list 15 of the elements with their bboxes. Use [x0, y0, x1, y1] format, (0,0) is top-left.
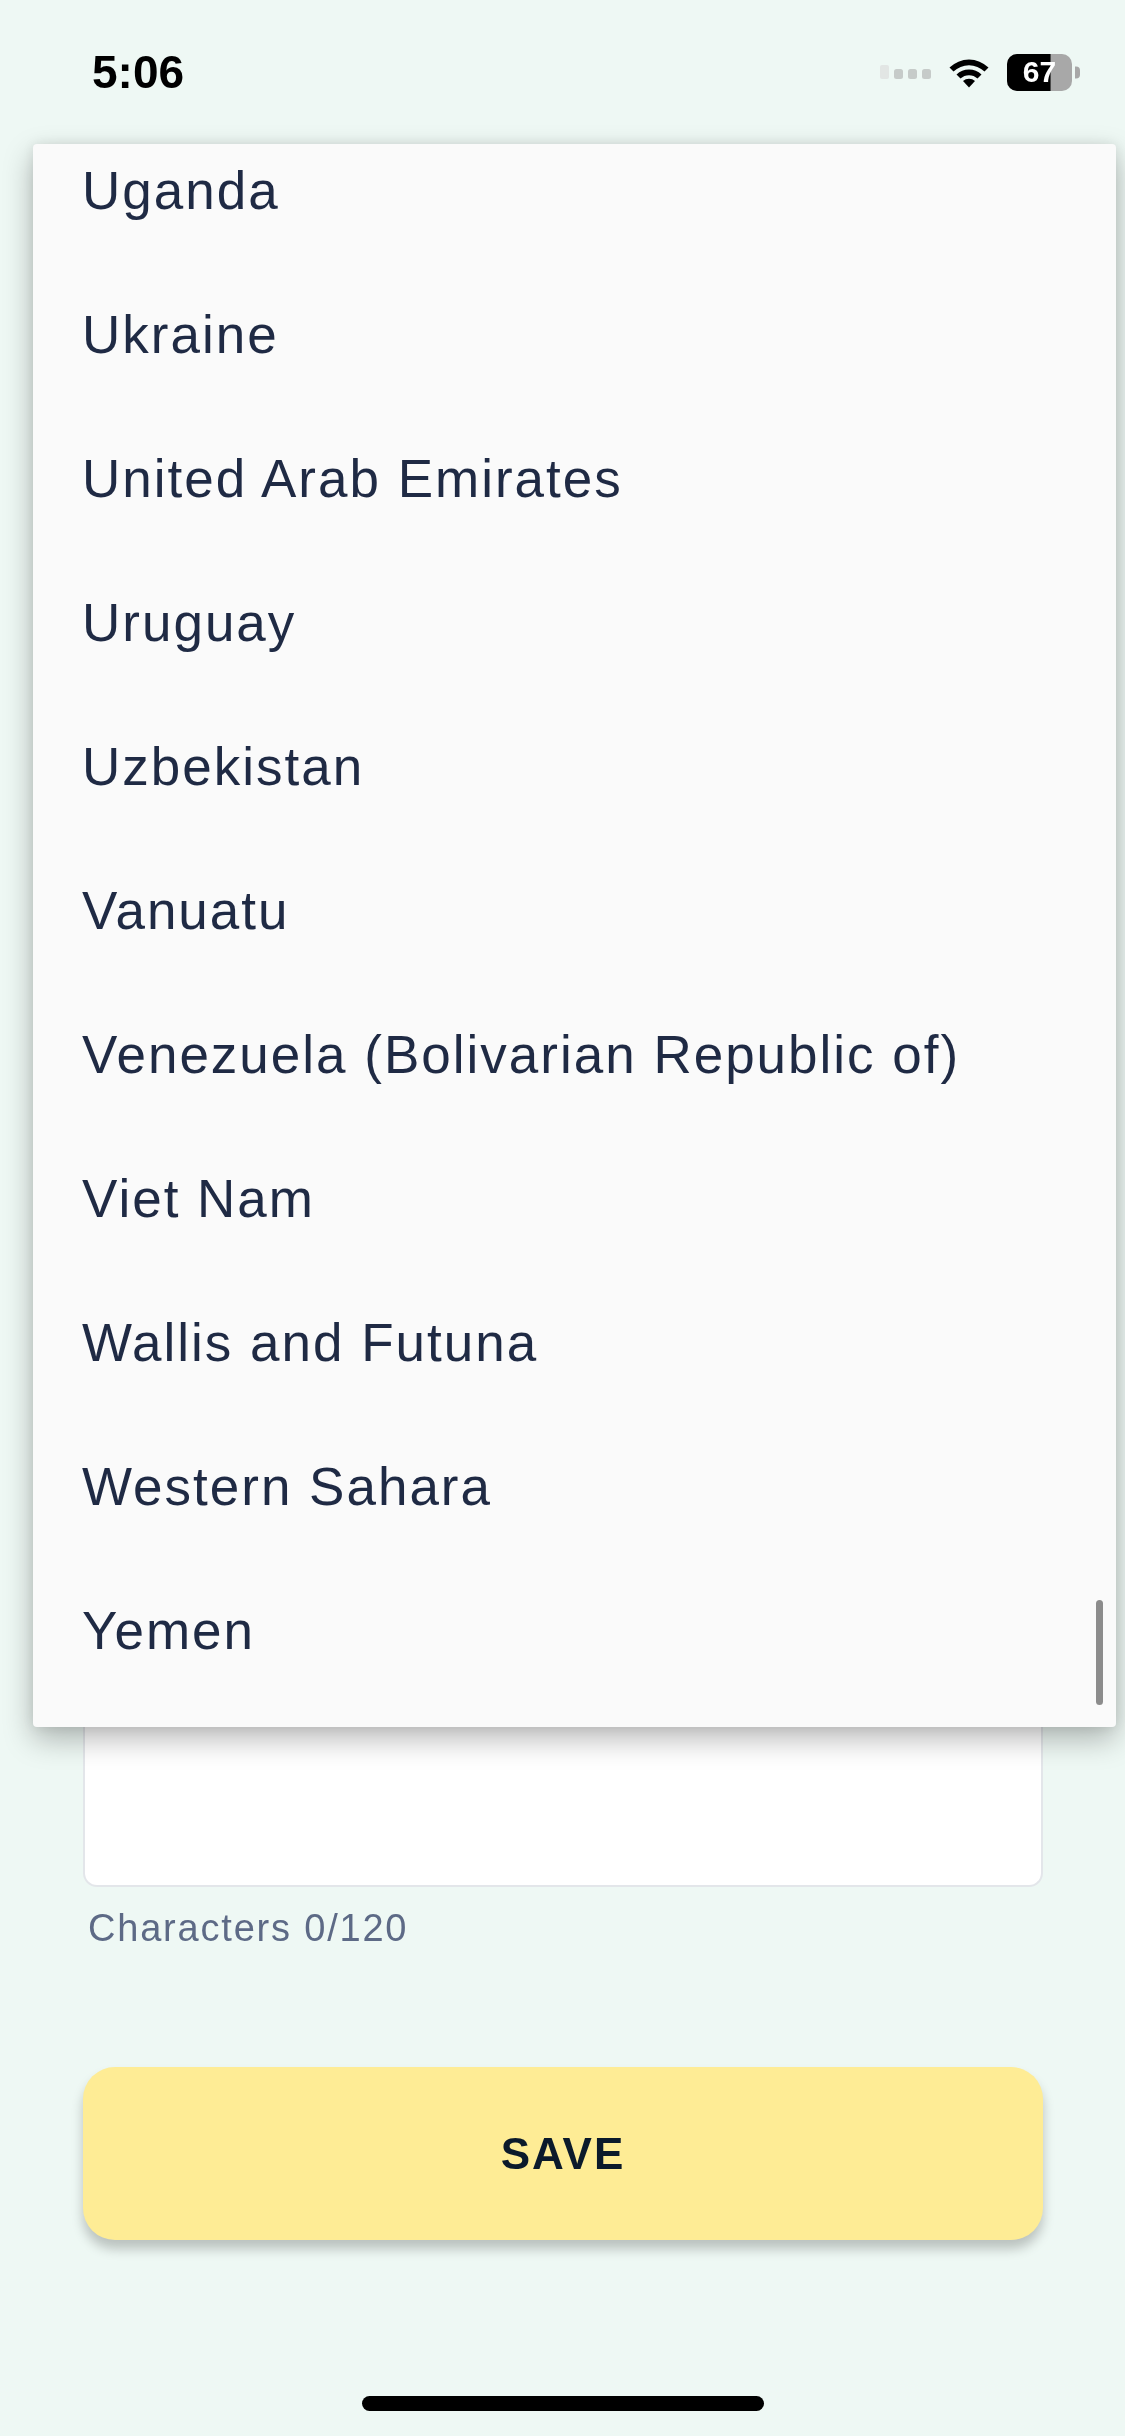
save-button[interactable]: SAVE [83, 2067, 1043, 2240]
country-option[interactable]: Vanuatu [33, 864, 1116, 1008]
character-count: Characters 0/120 [88, 1906, 409, 1950]
status-time: 5:06 [92, 49, 185, 95]
signal-icon [880, 65, 931, 79]
country-option[interactable]: Uganda [33, 144, 1116, 288]
country-option[interactable]: Wallis and Futuna [33, 1296, 1116, 1440]
country-option[interactable]: Ukraine [33, 288, 1116, 432]
country-option[interactable]: Uzbekistan [33, 720, 1116, 864]
country-option[interactable]: Venezuela (Bolivarian Republic of) [33, 1008, 1116, 1152]
country-option[interactable]: Uruguay [33, 576, 1116, 720]
country-option[interactable]: Yemen [33, 1584, 1116, 1727]
country-option[interactable]: Western Sahara [33, 1440, 1116, 1584]
country-option[interactable]: Viet Nam [33, 1152, 1116, 1296]
country-option[interactable]: United Arab Emirates [33, 432, 1116, 576]
